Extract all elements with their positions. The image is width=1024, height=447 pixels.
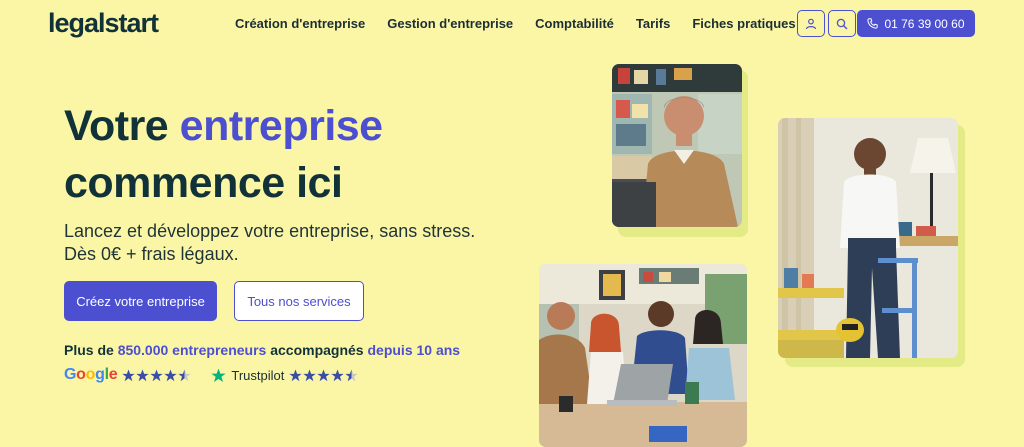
all-services-button[interactable]: Tous nos services — [234, 281, 364, 321]
account-button[interactable] — [797, 10, 825, 37]
stats-middle: accompagnés — [266, 342, 368, 358]
google-stars — [122, 369, 192, 382]
star-icon — [345, 369, 359, 381]
hero-subtitle-line2: Dès 0€ + frais légaux. — [64, 244, 239, 264]
photo-man-shelf — [778, 118, 958, 358]
create-company-button[interactable]: Créez votre entreprise — [64, 281, 217, 321]
stats-line: Plus de 850.000 entrepreneurs accompagné… — [64, 342, 460, 358]
nav-item-comptabilite[interactable]: Comptabilité — [535, 16, 614, 31]
trustpilot-label: Trustpilot — [231, 367, 285, 383]
star-icon — [303, 369, 317, 381]
star-icon — [317, 369, 331, 381]
trustpilot-rating[interactable]: Trustpilot — [211, 367, 359, 383]
nav-item-fiches[interactable]: Fiches pratiques — [692, 16, 795, 31]
nav-item-tarifs[interactable]: Tarifs — [636, 16, 670, 31]
hero-title: Votre entreprise commence ici — [64, 98, 383, 212]
star-icon — [178, 369, 192, 381]
google-logo: Google — [64, 366, 118, 383]
hero-title-part1: Votre — [64, 102, 180, 150]
ratings: Google Trustpilot — [64, 366, 359, 384]
google-rating[interactable]: Google — [64, 366, 192, 384]
phone-number: 01 76 39 00 60 — [884, 16, 965, 31]
logo[interactable]: legalstart — [48, 8, 159, 39]
main-nav: Création d'entreprise Gestion d'entrepri… — [235, 16, 796, 31]
hero-title-part2: commence ici — [64, 159, 343, 207]
stats-duration: depuis 10 ans — [367, 342, 461, 358]
nav-item-gestion[interactable]: Gestion d'entreprise — [387, 16, 513, 31]
stats-count: 850.000 entrepreneurs — [117, 342, 267, 358]
search-button[interactable] — [828, 10, 856, 37]
star-icon — [289, 369, 303, 381]
nav-item-creation[interactable]: Création d'entreprise — [235, 16, 365, 31]
hero-title-accent: entreprise — [179, 102, 383, 150]
photo-man-desk — [612, 64, 742, 227]
star-icon — [150, 369, 164, 381]
hero-subtitle: Lancez et développez votre entreprise, s… — [64, 220, 475, 266]
star-icon — [136, 369, 150, 381]
phone-button[interactable]: 01 76 39 00 60 — [857, 10, 975, 37]
search-icon — [836, 18, 848, 29]
star-icon — [164, 369, 178, 381]
star-icon — [122, 369, 136, 381]
photo-team-meeting — [539, 264, 747, 447]
star-icon — [331, 369, 345, 381]
hero-subtitle-line1: Lancez et développez votre entreprise, s… — [64, 221, 476, 241]
phone-icon — [867, 18, 879, 29]
stats-prefix: Plus de — [64, 342, 118, 358]
trustpilot-stars — [289, 369, 359, 382]
trustpilot-star-icon — [211, 368, 227, 382]
user-icon — [805, 18, 817, 29]
